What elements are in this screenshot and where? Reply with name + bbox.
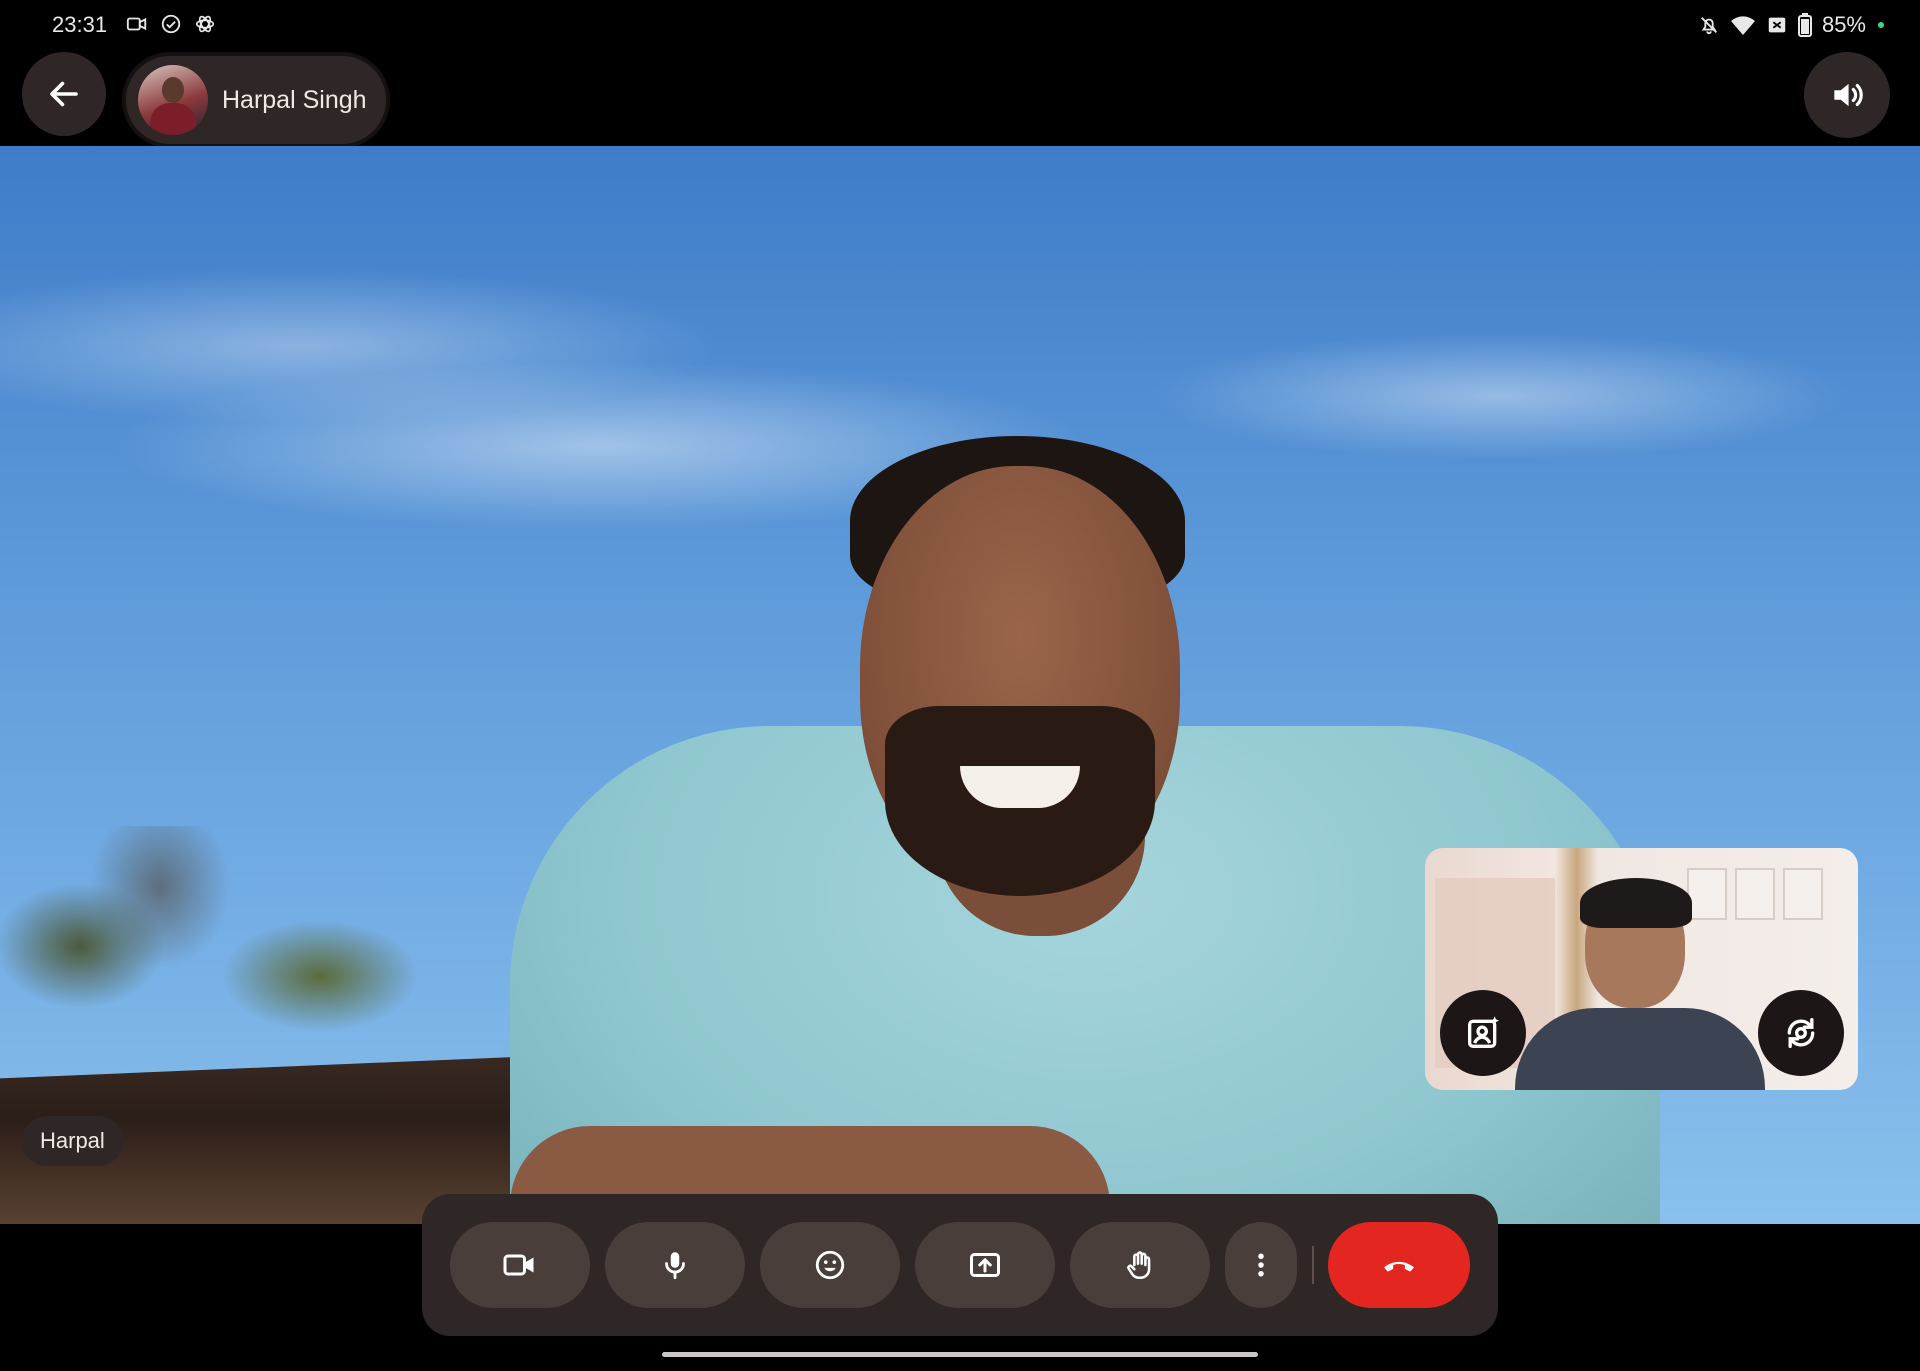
home-indicator[interactable]	[662, 1352, 1258, 1357]
self-person-body	[1515, 1008, 1765, 1090]
controls-divider	[1312, 1246, 1314, 1284]
raise-hand-icon	[1127, 1251, 1151, 1280]
microphone-toggle-button[interactable]	[605, 1222, 745, 1308]
raise-hand-button[interactable]	[1070, 1222, 1210, 1308]
camera-toggle-button[interactable]	[450, 1222, 590, 1308]
status-left-icons	[126, 13, 216, 35]
speaker-icon	[1834, 83, 1863, 107]
battery-level: 85%	[1821, 12, 1866, 37]
microphone-icon	[665, 1252, 685, 1280]
contact-name: Harpal Singh	[222, 85, 367, 114]
battery-icon	[1797, 13, 1812, 37]
check-circle-icon	[161, 14, 181, 34]
self-view[interactable]	[1425, 848, 1858, 1090]
effects-button[interactable]	[1440, 990, 1526, 1076]
speaker-button[interactable]	[1804, 52, 1890, 138]
self-view-artwork	[1687, 868, 1727, 920]
flip-camera-icon	[1787, 1018, 1815, 1048]
effects-icon	[1468, 1016, 1499, 1048]
video-icon	[126, 17, 147, 31]
openai-icon	[195, 15, 215, 33]
participant-name: Harpal	[40, 1128, 105, 1153]
reactions-button[interactable]	[760, 1222, 900, 1308]
video-camera-icon	[503, 1254, 534, 1276]
charging-dot	[1878, 22, 1884, 28]
emoji-icon	[815, 1250, 845, 1280]
flip-camera-button[interactable]	[1758, 990, 1844, 1076]
end-call-button[interactable]	[1328, 1222, 1470, 1308]
self-person-hair	[1580, 878, 1692, 928]
share-screen-button[interactable]	[915, 1222, 1055, 1308]
call-controls	[422, 1194, 1498, 1336]
status-bar: 23:31 85%	[0, 0, 1920, 50]
sim-x-icon	[1768, 17, 1786, 33]
back-button[interactable]	[22, 52, 106, 136]
self-view-artwork	[1735, 868, 1775, 920]
more-options-button[interactable]	[1225, 1222, 1297, 1308]
self-view-artwork	[1783, 868, 1823, 920]
end-call-icon	[1384, 1261, 1414, 1272]
contact-pill[interactable]: Harpal Singh	[122, 52, 390, 148]
arrow-left-icon	[50, 81, 78, 107]
status-right: 85%	[1698, 12, 1884, 38]
background-trees	[0, 826, 560, 1066]
more-vertical-icon	[1258, 1253, 1264, 1277]
avatar	[138, 65, 208, 135]
status-time: 23:31	[52, 12, 108, 37]
bell-off-icon	[1700, 17, 1717, 35]
participant-name-chip: Harpal	[22, 1116, 123, 1166]
share-screen-icon	[970, 1253, 1000, 1277]
wifi-icon	[1730, 16, 1755, 35]
